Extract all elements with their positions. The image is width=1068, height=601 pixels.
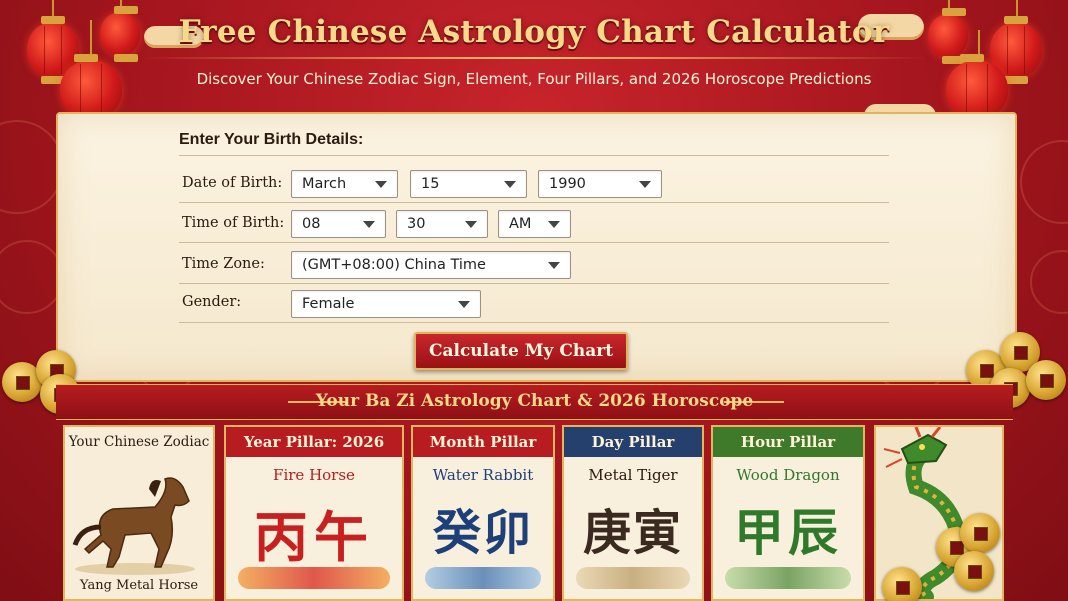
tob-minute-value: 30	[407, 216, 426, 232]
tob-ampm-select[interactable]: AM	[498, 210, 571, 238]
calculate-chart-button[interactable]: Calculate My Chart	[414, 332, 628, 370]
hour-pillar-characters: 甲辰	[734, 503, 842, 562]
day-pillar-title: Day Pillar	[564, 427, 702, 457]
year-pillar-card: Year Pillar: 2026 Fire Horse 丙午	[224, 425, 404, 601]
form-heading: Enter Your Birth Details:	[179, 131, 364, 148]
month-pillar-title: Month Pillar	[413, 427, 553, 457]
results-heading: Your Ba Zi Astrology Chart & 2026 Horosc…	[315, 391, 754, 411]
day-pillar-name: Metal Tiger	[588, 466, 678, 484]
chevron-down-icon	[548, 262, 560, 269]
year-pillar-characters: 丙午	[254, 505, 374, 569]
horse-icon	[72, 477, 195, 575]
chevron-down-icon	[504, 181, 516, 188]
tob-hour-value: 08	[302, 216, 321, 232]
page-root: Free Chinese Astrology Chart Calculator …	[0, 0, 1068, 601]
metal-decoration	[576, 567, 690, 589]
results-banner: Your Ba Zi Astrology Chart & 2026 Horosc…	[56, 384, 1013, 420]
tob-ampm-value: AM	[509, 216, 532, 232]
title-divider	[140, 57, 928, 59]
timezone-value: (GMT+08:00) China Time	[302, 257, 486, 273]
chevron-down-icon	[375, 181, 387, 188]
coin-icon	[960, 513, 1000, 553]
form-divider	[179, 202, 889, 203]
chevron-down-icon	[458, 301, 470, 308]
dob-year-select[interactable]: 1990	[538, 170, 662, 198]
day-pillar-characters: 庚寅	[582, 505, 683, 561]
coin-icon	[882, 567, 922, 601]
coin-icon	[1026, 360, 1066, 400]
lantern-icon	[946, 54, 1008, 126]
chevron-down-icon	[639, 181, 651, 188]
timezone-select[interactable]: (GMT+08:00) China Time	[291, 251, 571, 279]
dob-day-select[interactable]: 15	[410, 170, 527, 198]
lantern-icon	[100, 6, 140, 62]
dob-day-value: 15	[421, 176, 440, 192]
dob-month-select[interactable]: March	[291, 170, 398, 198]
page-subtitle: Discover Your Chinese Zodiac Sign, Eleme…	[196, 70, 872, 88]
bg-swirl	[1020, 140, 1068, 224]
zodiac-card-title: Your Chinese Zodiac	[68, 434, 210, 450]
month-pillar-name: Water Rabbit	[432, 466, 534, 484]
dob-year-value: 1990	[549, 176, 586, 192]
gender-label: Gender:	[182, 294, 242, 310]
month-pillar-card: Month Pillar Water Rabbit 癸卯	[411, 425, 555, 601]
coin-icon	[954, 551, 994, 591]
day-pillar-card: Day Pillar Metal Tiger 庚寅	[562, 425, 704, 601]
chevron-down-icon	[363, 221, 375, 228]
year-pillar-title: Year Pillar: 2026	[226, 427, 402, 457]
month-pillar-characters: 癸卯	[432, 505, 533, 561]
tob-hour-select[interactable]: 08	[291, 210, 386, 238]
hour-pillar-title: Hour Pillar	[713, 427, 863, 457]
form-divider	[179, 242, 889, 243]
chevron-down-icon	[548, 221, 560, 228]
fire-decoration	[238, 567, 390, 589]
tob-label: Time of Birth:	[182, 215, 285, 231]
lantern-icon	[928, 8, 968, 64]
water-decoration	[425, 567, 541, 589]
dob-label: Date of Birth:	[182, 175, 283, 191]
chevron-down-icon	[465, 221, 477, 228]
dob-month-value: March	[302, 176, 347, 192]
form-divider	[179, 155, 889, 156]
wood-decoration	[725, 567, 851, 589]
bg-swirl	[0, 240, 64, 314]
form-divider	[179, 283, 889, 284]
gender-value: Female	[302, 296, 355, 312]
page-title: Free Chinese Astrology Chart Calculator	[178, 14, 890, 50]
lantern-icon	[60, 54, 122, 126]
year-pillar-name: Fire Horse	[273, 466, 355, 484]
tob-minute-select[interactable]: 30	[396, 210, 488, 238]
zodiac-card: Your Chinese Zodiac Yang Metal Horse	[63, 425, 215, 601]
gender-select[interactable]: Female	[291, 290, 481, 318]
hour-pillar-name: Wood Dragon	[736, 466, 840, 484]
bg-swirl	[1030, 250, 1068, 314]
bg-swirl	[0, 120, 64, 214]
hour-pillar-card: Hour Pillar Wood Dragon 甲辰	[711, 425, 865, 601]
dragon-card	[874, 425, 1004, 601]
timezone-label: Time Zone:	[182, 256, 265, 272]
form-divider	[179, 322, 889, 323]
zodiac-caption: Yang Metal Horse	[79, 578, 199, 593]
